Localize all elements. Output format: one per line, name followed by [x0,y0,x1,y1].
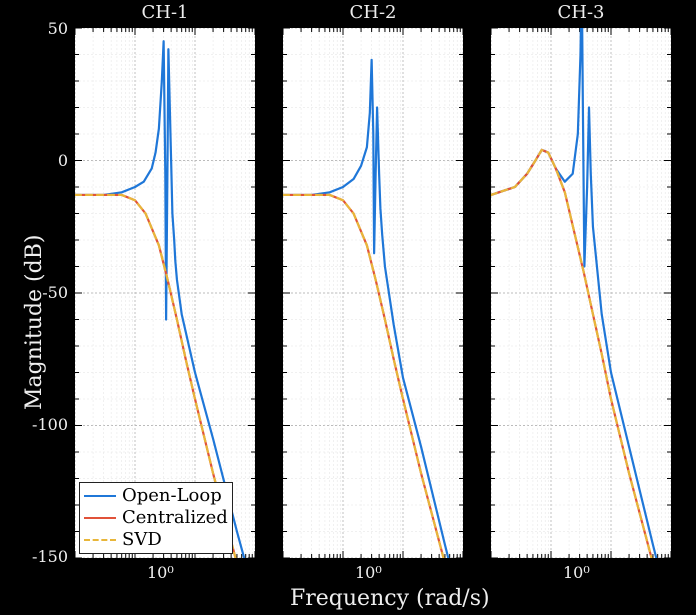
y-tick-label: -50 [28,283,68,302]
y-axis-label: Magnitude (dB) [22,235,47,410]
legend-swatch [84,510,116,526]
x-tick-label: 10⁰ [147,563,174,582]
y-tick-label: 50 [28,19,68,38]
chart-svg [75,28,255,558]
legend-label: Open-Loop [122,485,222,507]
x-tick-label: 10⁰ [355,563,382,582]
x-axis-label: Frequency (rad/s) [290,586,490,611]
x-tick-label: 10⁰ [563,563,590,582]
chart-svg [491,28,671,558]
figure: Magnitude (dB) 50 0 -50 -100 -150 CH-1 C… [0,0,696,615]
panel-title: CH-1 [125,2,205,23]
legend-item: Open-Loop [84,485,228,507]
legend-label: Centralized [122,507,228,529]
legend-label: SVD [122,529,162,551]
panel-title: CH-3 [541,2,621,23]
chart-svg [283,28,463,558]
chart-panel-3 [491,28,671,558]
chart-panel-2 [283,28,463,558]
legend-swatch [84,488,116,504]
legend: Open-Loop Centralized SVD [79,482,233,554]
y-tick-label: -100 [28,415,68,434]
y-tick-label: -150 [28,547,68,566]
legend-item: SVD [84,529,228,551]
panel-title: CH-2 [333,2,413,23]
chart-panel-1: Open-Loop Centralized SVD [75,28,255,558]
y-tick-label: 0 [28,151,68,170]
legend-swatch [84,532,116,548]
legend-item: Centralized [84,507,228,529]
